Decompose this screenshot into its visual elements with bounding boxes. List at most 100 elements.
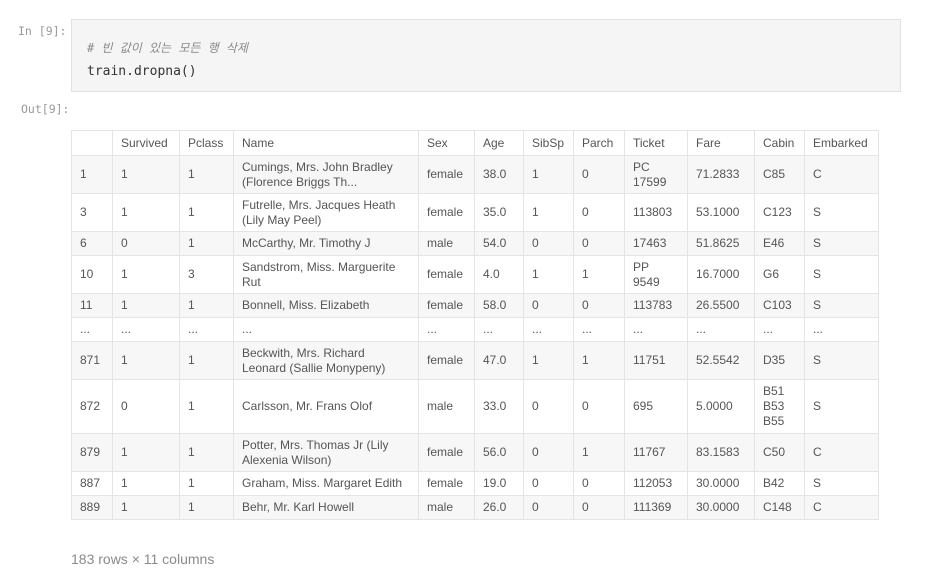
cell-parch: 0 [573,231,625,256]
cell-sex: female [418,433,475,472]
dataframe-table: Survived Pclass Name Sex Age SibSp Parch Ticket… [71,130,879,520]
cell-fare: 71.2833 [687,155,755,194]
cell-fare: 16.7000 [687,255,755,294]
cell-ticket: 111369 [624,495,688,520]
cell-embarked: S [804,255,879,294]
cell-sibsp: 1 [523,341,574,380]
cell-ticket: 11751 [624,341,688,380]
cell-ticket: PP 9549 [624,255,688,294]
cell-sex: female [418,255,475,294]
cell-fare: 30.0000 [687,471,755,496]
cell-sex: female [418,293,475,318]
cell-cabin: C148 [754,495,805,520]
cell-fare: 26.5500 [687,293,755,318]
cell-pclass: 1 [179,471,234,496]
cell-name: Sandstrom, Miss. Marguerite Rut [233,255,419,294]
cell-sibsp: 1 [523,155,574,194]
table-row: 889 1 1 Behr, Mr. Karl Howell male 26.0 0 0 1113… [71,495,879,520]
cell-age: 47.0 [474,341,524,380]
column-header-cabin: Cabin [754,130,805,156]
cell-fare: 83.1583 [687,433,755,472]
table-row: .................................... [71,317,879,342]
cell-age: 33.0 [474,379,524,434]
column-header-pclass: Pclass [179,130,234,156]
cell-cabin: B42 [754,471,805,496]
cell-fare: 5.0000 [687,379,755,434]
cell-cabin: C50 [754,433,805,472]
cell-parch: 0 [573,293,625,318]
cell-parch: 1 [573,433,625,472]
column-header-name: Name [233,130,419,156]
cell-fare: 30.0000 [687,495,755,520]
cell-name: Potter, Mrs. Thomas Jr (Lily Alexenia Wi… [233,433,419,472]
table-row: 871 1 1 Beckwith, Mrs. Richard Leonard (Sal… [71,341,879,380]
cell-sex: female [418,341,475,380]
row-index-cell: 887 [71,471,113,496]
cell-age: 19.0 [474,471,524,496]
cell-sex: ... [418,317,475,342]
cell-pclass: 1 [179,293,234,318]
cell-name: Graham, Miss. Margaret Edith [233,471,419,496]
cell-fare: 52.5542 [687,341,755,380]
cell-survived: 0 [112,379,180,434]
cell-sex: male [418,231,475,256]
cell-sex: male [418,495,475,520]
cell-sibsp: 0 [523,379,574,434]
cell-survived: 1 [112,255,180,294]
cell-ticket: PC 17599 [624,155,688,194]
row-index-cell: 889 [71,495,113,520]
table-row: 11 1 1 Bonnell, Miss. Elizabeth female 58.0 0 0… [71,293,879,318]
cell-name: Beckwith, Mrs. Richard Leonard (Sallie M… [233,341,419,380]
cell-name: Bonnell, Miss. Elizabeth [233,293,419,318]
cell-name: Carlsson, Mr. Frans Olof [233,379,419,434]
column-header-age: Age [474,130,524,156]
cell-age: 35.0 [474,193,524,232]
cell-age: 58.0 [474,293,524,318]
row-index-cell: 871 [71,341,113,380]
row-index-cell: 10 [71,255,113,294]
cell-sex: male [418,379,475,434]
cell-embarked: S [804,193,879,232]
cell-fare: 51.8625 [687,231,755,256]
row-index-cell: 11 [71,293,113,318]
cell-survived: 1 [112,341,180,380]
cell-embarked: S [804,293,879,318]
cell-cabin: D35 [754,341,805,380]
cell-parch: 0 [573,155,625,194]
cell-embarked: C [804,433,879,472]
table-row: 879 1 1 Potter, Mrs. Thomas Jr (Lily Alexen… [71,433,879,472]
cell-parch: 0 [573,379,625,434]
cell-embarked: C [804,495,879,520]
cell-pclass: ... [179,317,234,342]
cell-ticket: 695 [624,379,688,434]
cell-embarked: S [804,379,879,434]
table-row: 1 1 1 Cumings, Mrs. John Bradley (Florence … [71,155,879,194]
code-cell[interactable]: # 빈 값이 있는 모든 행 삭제 train.dropna() [71,19,901,92]
cell-ticket: 112053 [624,471,688,496]
cell-embarked: ... [804,317,879,342]
row-index-cell: 879 [71,433,113,472]
cell-sibsp: 0 [523,471,574,496]
cell-age: 56.0 [474,433,524,472]
cell-fare: ... [687,317,755,342]
cell-pclass: 1 [179,341,234,380]
cell-ticket: 11767 [624,433,688,472]
cell-survived: 1 [112,193,180,232]
cell-cabin: C103 [754,293,805,318]
table-row: 887 1 1 Graham, Miss. Margaret Edith female 1… [71,471,879,496]
cell-name: Behr, Mr. Karl Howell [233,495,419,520]
cell-age: 4.0 [474,255,524,294]
cell-sibsp: 0 [523,495,574,520]
cell-pclass: 1 [179,379,234,434]
cell-parch: 1 [573,341,625,380]
cell-survived: 1 [112,471,180,496]
cell-sibsp: 0 [523,231,574,256]
cell-sibsp: 0 [523,433,574,472]
column-header-fare: Fare [687,130,755,156]
cell-ticket: 113803 [624,193,688,232]
cell-age: ... [474,317,524,342]
cell-survived: 1 [112,495,180,520]
cell-survived: 1 [112,433,180,472]
cell-cabin: G6 [754,255,805,294]
cell-embarked: S [804,471,879,496]
